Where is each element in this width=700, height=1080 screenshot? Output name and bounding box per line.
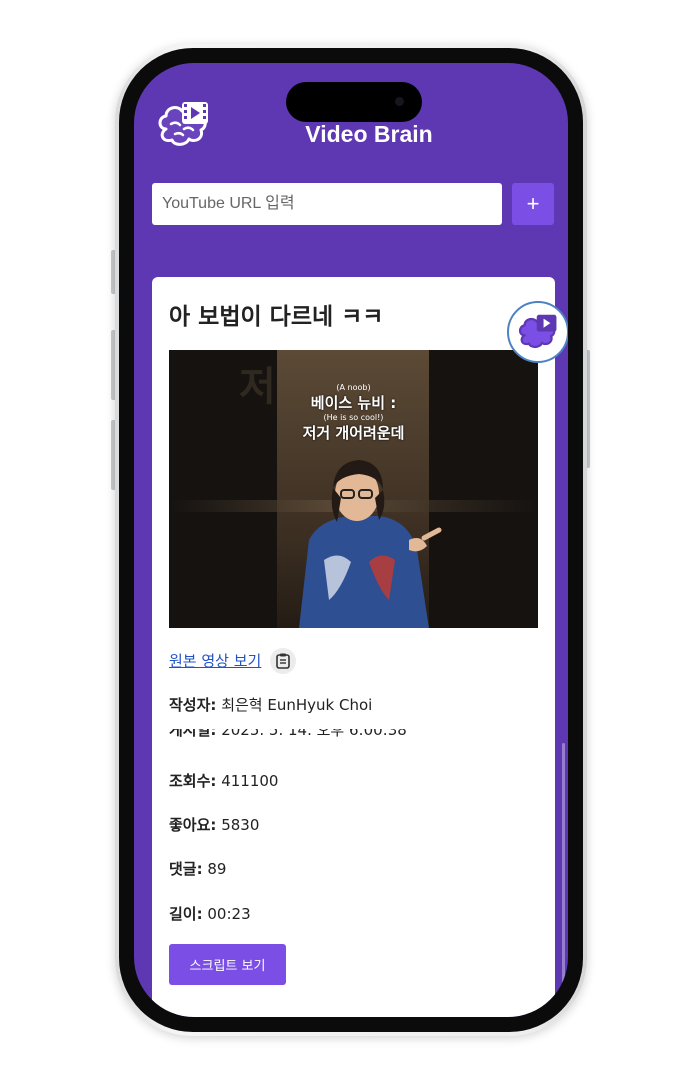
comments-label: 댓글:	[169, 860, 203, 878]
phone-screen: Video Brain + 아 보법이 다르네 ㅋㅋ 저 윤데	[134, 63, 568, 1017]
length-row: 길이: 00:23	[169, 903, 251, 924]
video-title: 아 보법이 다르네 ㅋㅋ	[169, 304, 384, 330]
author-label: 작성자:	[169, 696, 217, 714]
video-card: 아 보법이 다르네 ㅋㅋ 저 윤데	[152, 277, 555, 1017]
likes-value: 5830	[221, 816, 260, 834]
view-script-button[interactable]: 스크립트 보기	[169, 944, 286, 985]
posted-row-clip: 게시일: 2025. 5. 14. 오후 6:00:38	[169, 729, 529, 739]
dynamic-island	[286, 82, 422, 122]
thumbnail-captions: (A noob) 베이스 뉴비 : (He is so cool!) 저거 개어…	[169, 383, 538, 443]
views-row: 조회수: 411100	[169, 770, 278, 791]
add-url-button[interactable]: +	[512, 183, 554, 225]
camera-lens	[395, 97, 404, 106]
comments-value: 89	[207, 860, 227, 878]
caption-big-1: 베이스 뉴비 :	[310, 394, 397, 412]
original-video-link[interactable]: 원본 영상 보기	[169, 650, 261, 671]
phone-bezel: Video Brain + 아 보법이 다르네 ㅋㅋ 저 윤데	[119, 48, 583, 1032]
clipboard-icon[interactable]	[270, 648, 296, 674]
comments-row: 댓글: 89	[169, 858, 226, 879]
length-value: 00:23	[207, 905, 251, 923]
video-thumbnail[interactable]: 저 윤데	[169, 350, 538, 628]
caption-small-2: (He is so cool!)	[323, 413, 384, 422]
app-title: Video Brain	[305, 121, 433, 147]
views-value: 411100	[221, 772, 279, 790]
caption-small-1: (A noob)	[336, 383, 371, 392]
author-value: 최은혁 EunHyuk Choi	[221, 696, 373, 714]
phone-frame: Video Brain + 아 보법이 다르네 ㅋㅋ 저 윤데	[115, 44, 587, 1036]
likes-label: 좋아요:	[169, 816, 217, 834]
posted-value: 2025. 5. 14. 오후 6:00:38	[221, 729, 407, 739]
likes-row: 좋아요: 5830	[169, 814, 259, 835]
length-label: 길이:	[169, 905, 203, 923]
posted-row: 게시일: 2025. 5. 14. 오후 6:00:38	[169, 729, 407, 739]
views-label: 조회수:	[169, 772, 217, 790]
app-header: Video Brain	[134, 63, 568, 173]
floating-brain-video-icon[interactable]	[507, 301, 568, 363]
thumbnail-person	[299, 460, 442, 628]
scrollbar-thumb[interactable]	[562, 743, 565, 1013]
youtube-url-input[interactable]	[152, 183, 502, 225]
author-row: 작성자: 최은혁 EunHyuk Choi	[169, 694, 372, 715]
caption-big-2: 저거 개어려운데	[302, 424, 405, 442]
posted-label: 게시일:	[169, 729, 217, 739]
